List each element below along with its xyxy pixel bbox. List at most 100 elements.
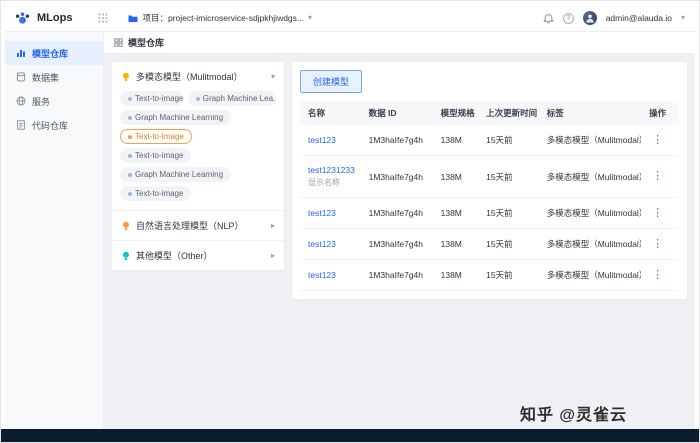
chevron-down-icon: ▾: [270, 71, 275, 81]
tag-pill[interactable]: Text-to-image: [120, 148, 192, 163]
project-label: 项目：project-imicroservice-sdjpkhjiwdgs...: [142, 13, 304, 23]
watermark: 知乎 @灵雀云: [519, 407, 627, 424]
tag-dot-icon: [128, 153, 132, 158]
category-panel: 多模态模型（Mulitmodal） ▾ Text-to-image Graph …: [112, 62, 284, 270]
tag-dot-icon: [128, 96, 132, 101]
main-area: 模型仓库 多模态模型（Mulitmodal） ▾ Text-to-image G…: [104, 32, 695, 429]
sidebar-item-dataset[interactable]: 数据集: [5, 65, 103, 89]
cell-updated: 15天前: [478, 197, 539, 229]
sidebar-item-code-repo[interactable]: 代码仓库: [5, 113, 103, 137]
header-right: ? admin@alauda.io ▾: [543, 11, 685, 25]
column-header-spec: 模型规格: [432, 101, 479, 125]
bell-icon[interactable]: [543, 13, 554, 24]
cell-data-id: 1M3haIfe7g4h: [360, 155, 433, 198]
cell-data-id: 1M3haIfe7g4h: [360, 259, 433, 291]
category-group-label: 多模态模型（Mulitmodal）: [136, 72, 243, 82]
lightbulb-icon: [121, 72, 131, 82]
header-left: MLops 项目：project-imicroservice-sdjpkhjiw…: [15, 11, 312, 25]
model-name-link[interactable]: test123: [308, 270, 336, 280]
cell-spec: 138M: [432, 155, 479, 198]
project-selector[interactable]: 项目：project-imicroservice-sdjpkhjiwdgs...…: [128, 12, 312, 24]
tag-pill[interactable]: Text-to-image: [120, 91, 184, 106]
table-row: test123 1M3haIfe7g4h 138M 15天前 多模态模型（Mul…: [300, 228, 679, 260]
sidebar-item-model-repo[interactable]: 模型仓库: [5, 41, 103, 65]
category-group-header[interactable]: 多模态模型（Mulitmodal） ▾: [112, 62, 284, 91]
grid-icon: [114, 38, 123, 47]
sidebar-item-label: 数据集: [32, 72, 60, 83]
content: 多模态模型（Mulitmodal） ▾ Text-to-image Graph …: [104, 54, 695, 429]
tag-pill[interactable]: Text-to-image: [120, 186, 192, 201]
row-actions-icon[interactable]: ⋮: [649, 134, 666, 146]
table-row: test1231233 显示名称 1M3haIfe7g4h 138M 15天前 …: [300, 155, 679, 198]
sidebar-item-service[interactable]: 服务: [5, 89, 103, 113]
table-row: test123 1M3haIfe7g4h 138M 15天前 多模态模型（Mul…: [300, 125, 679, 156]
cell-tag: 多模态模型（Mulitmodal）: [538, 197, 642, 229]
cell-data-id: 1M3haIfe7g4h: [360, 125, 433, 156]
category-group-header[interactable]: 其他模型（Other） ▸: [112, 241, 284, 270]
bar-chart-icon: [16, 48, 26, 58]
model-table-panel: 创建模型 名称 数据 ID 模型规格 上次更新时间 标签 操作 test123 …: [292, 62, 687, 299]
row-actions-icon[interactable]: ⋮: [649, 269, 666, 281]
cell-updated: 15天前: [478, 228, 539, 260]
category-group-label: 自然语言处理模型（NLP）: [136, 221, 244, 231]
app-window: MLops 项目：project-imicroservice-sdjpkhjiw…: [5, 5, 695, 429]
tag-dot-icon: [128, 115, 132, 120]
sidebar-item-label: 服务: [32, 96, 51, 107]
column-header-actions: 操作: [641, 101, 679, 125]
row-actions-icon[interactable]: ⋮: [649, 171, 666, 182]
cell-data-id: 1M3haIfe7g4h: [360, 228, 433, 260]
paw-logo-icon: [15, 11, 30, 25]
tag-pill-active[interactable]: Text-to-Image: [120, 129, 192, 144]
chevron-right-icon: ▸: [270, 220, 275, 230]
model-name-link[interactable]: test123: [308, 239, 336, 249]
sidebar-item-label: 模型仓库: [32, 48, 69, 59]
tag-list: Text-to-image Graph Machine Lea... Graph…: [112, 91, 284, 210]
cell-tag: 多模态模型（Mulitmodal）: [538, 228, 642, 260]
category-group-label: 其他模型（Other）: [136, 251, 213, 261]
category-group-multimodal: 多模态模型（Mulitmodal） ▾ Text-to-image Graph …: [112, 62, 284, 210]
sidebar: 模型仓库 数据集 服务 代码仓库: [5, 32, 104, 429]
apps-grid-icon[interactable]: [98, 13, 109, 23]
cell-tag: 多模态模型（Mulitmodal）: [538, 155, 642, 198]
model-table: 名称 数据 ID 模型规格 上次更新时间 标签 操作 test123 1M3ha…: [300, 101, 679, 291]
model-name-link[interactable]: test123: [308, 208, 336, 218]
category-group-header[interactable]: 自然语言处理模型（NLP） ▸: [112, 211, 284, 240]
help-icon[interactable]: ?: [562, 12, 574, 24]
table-header-row: 名称 数据 ID 模型规格 上次更新时间 标签 操作: [300, 101, 679, 125]
tag-pill[interactable]: Graph Machine Lea...: [187, 91, 276, 106]
avatar[interactable]: [582, 11, 597, 25]
globe-icon: [16, 96, 26, 106]
footer-bar: [1, 429, 699, 442]
row-actions-icon[interactable]: ⋮: [649, 238, 666, 250]
lightbulb-icon: [121, 251, 131, 261]
cell-tag: 多模态模型（Mulitmodal）: [538, 259, 642, 291]
row-actions-icon[interactable]: ⋮: [649, 207, 666, 219]
category-group-other: 其他模型（Other） ▸: [112, 240, 284, 270]
sidebar-item-label: 代码仓库: [32, 120, 69, 131]
model-name-link[interactable]: test1231233: [308, 165, 355, 175]
cell-spec: 138M: [432, 125, 479, 156]
tag-dot-icon: [195, 96, 200, 101]
create-model-button[interactable]: 创建模型: [300, 70, 363, 93]
table-row: test123 1M3haIfe7g4h 138M 15天前 多模态模型（Mul…: [300, 197, 679, 229]
tag-pill[interactable]: Graph Machine Learning: [120, 167, 232, 182]
chevron-right-icon: ▸: [270, 250, 275, 260]
cell-tag: 多模态模型（Mulitmodal）: [538, 125, 642, 156]
lightbulb-icon: [121, 221, 131, 231]
cell-spec: 138M: [432, 228, 479, 260]
tag-dot-icon: [128, 172, 132, 177]
column-header-name: 名称: [300, 101, 361, 125]
database-icon: [16, 72, 26, 82]
chevron-down-icon: ▾: [308, 13, 313, 22]
screen: MLops 项目：project-imicroservice-sdjpkhjiw…: [0, 0, 700, 443]
user-email[interactable]: admin@alauda.io: [606, 13, 672, 23]
model-name-link[interactable]: test123: [308, 135, 336, 145]
cell-data-id: 1M3haIfe7g4h: [360, 197, 433, 229]
column-header-updated: 上次更新时间: [478, 101, 539, 125]
cell-updated: 15天前: [478, 259, 539, 291]
category-group-nlp: 自然语言处理模型（NLP） ▸: [112, 210, 284, 240]
tag-dot-icon: [128, 191, 132, 196]
tag-pill[interactable]: Graph Machine Learning: [120, 110, 232, 125]
cell-spec: 138M: [432, 259, 479, 291]
cell-updated: 15天前: [478, 125, 539, 156]
